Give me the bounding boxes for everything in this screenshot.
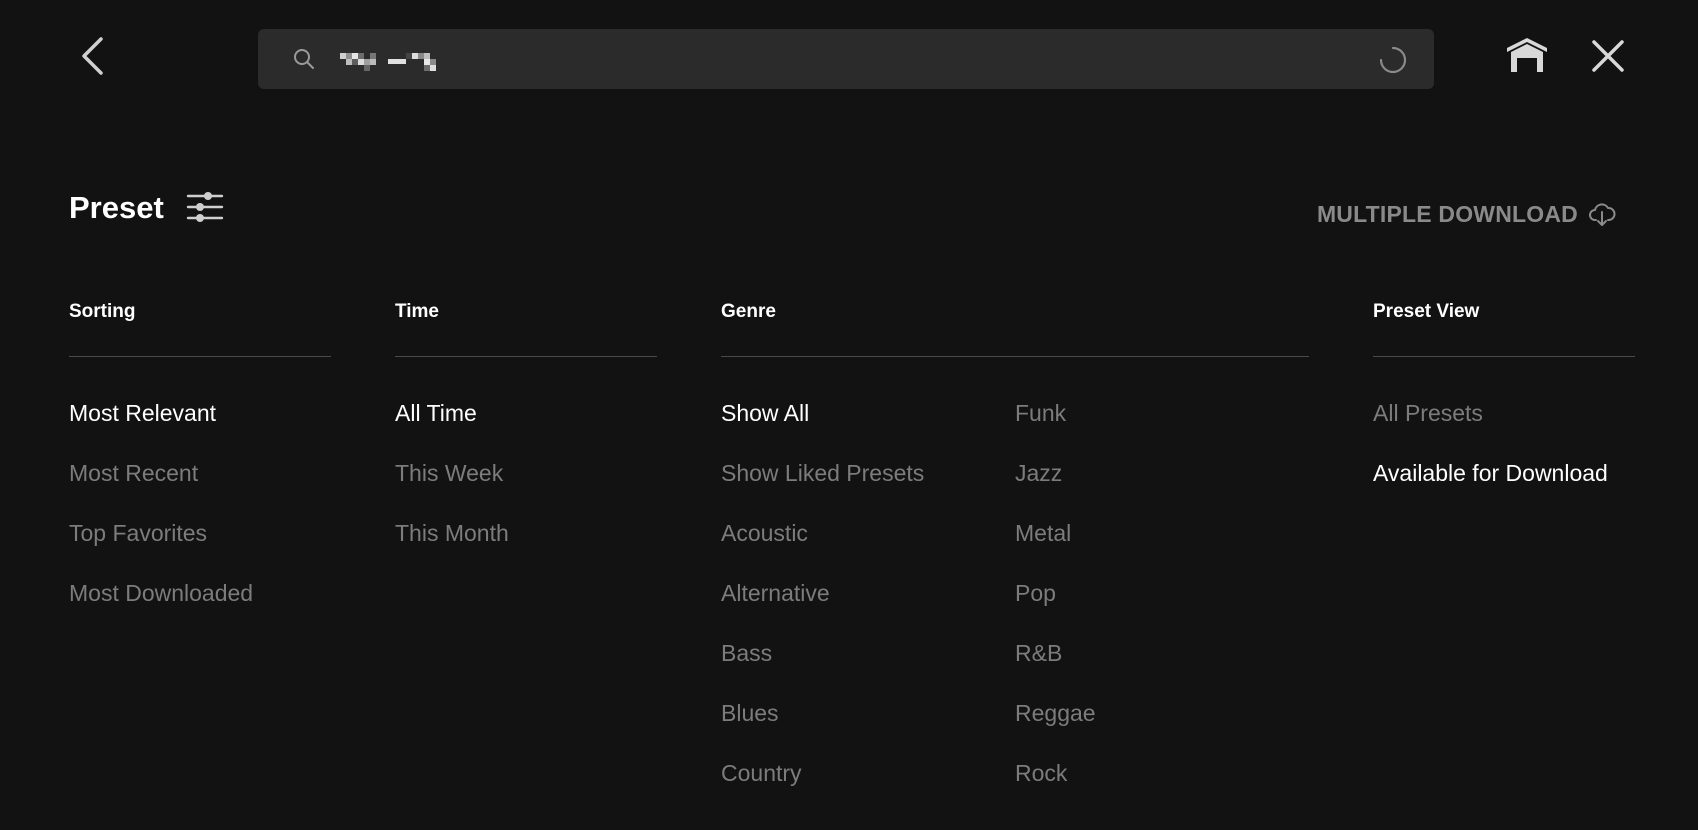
multiple-download-button[interactable]: MULTIPLE DOWNLOAD [1317, 200, 1616, 228]
page-title: Preset [69, 190, 164, 225]
option-acoustic[interactable]: Acoustic [721, 519, 1015, 579]
preset-browser: Preset MULTIPLE DOWNLOAD Sorting Most Re… [0, 0, 1698, 830]
redacted-query-icon [340, 53, 436, 71]
option-country[interactable]: Country [721, 759, 1015, 819]
option-r-b[interactable]: R&B [1015, 639, 1309, 699]
option-all-presets[interactable]: All Presets [1373, 399, 1635, 459]
preset-view-heading: Preset View [1373, 301, 1480, 322]
back-button[interactable] [72, 34, 112, 78]
close-icon [1592, 40, 1624, 72]
genre-options-right: Funk Jazz Metal Pop R&B Reggae Rock [1015, 399, 1309, 819]
option-blues[interactable]: Blues [721, 699, 1015, 759]
home-icon [1507, 38, 1547, 72]
option-metal[interactable]: Metal [1015, 519, 1309, 579]
genre-lists: Show All Show Liked Presets Acoustic Altern… [721, 357, 1309, 819]
option-funk[interactable]: Funk [1015, 399, 1309, 459]
preset-view-column: Preset View All Presets Available for Dow… [1373, 298, 1635, 519]
multiple-download-label: MULTIPLE DOWNLOAD [1316, 200, 1578, 227]
option-show-all[interactable]: Show All [721, 399, 1015, 459]
option-this-week[interactable]: This Week [395, 459, 657, 519]
time-heading: Time [395, 301, 440, 322]
sorting-options: Most Relevant Most Recent Top Favorites Mos… [69, 399, 331, 639]
sliders-icon[interactable] [186, 188, 224, 226]
chevron-left-icon [82, 37, 103, 75]
option-show-liked-presets[interactable]: Show Liked Presets [721, 459, 1015, 519]
search-input[interactable] [338, 29, 1338, 89]
option-pop[interactable]: Pop [1015, 579, 1309, 639]
cloud-download-icon [1589, 203, 1616, 226]
option-all-time[interactable]: All Time [395, 399, 657, 459]
genre-heading: Genre [721, 301, 776, 322]
divider [1373, 356, 1635, 357]
time-options: All Time This Week This Month [395, 399, 657, 579]
preset-view-options: All Presets Available for Download [1373, 399, 1635, 519]
option-most-recent[interactable]: Most Recent [69, 459, 331, 519]
divider [395, 356, 657, 357]
option-this-month[interactable]: This Month [395, 519, 657, 579]
sorting-heading: Sorting [69, 301, 136, 322]
search-bar [258, 29, 1434, 89]
option-reggae[interactable]: Reggae [1015, 699, 1309, 759]
sorting-column: Sorting Most Relevant Most Recent Top Favo… [69, 298, 331, 639]
option-most-downloaded[interactable]: Most Downloaded [69, 579, 331, 639]
home-button[interactable] [1503, 34, 1551, 78]
option-available-for-download[interactable]: Available for Download [1373, 459, 1635, 519]
option-rock[interactable]: Rock [1015, 759, 1309, 819]
divider [69, 356, 331, 357]
genre-column: Genre Show All Show Liked Presets Acoustic… [721, 298, 1309, 819]
genre-options-left: Show All Show Liked Presets Acoustic Altern… [721, 399, 1015, 819]
search-icon [294, 49, 314, 69]
option-most-relevant[interactable]: Most Relevant [69, 399, 331, 459]
option-alternative[interactable]: Alternative [721, 579, 1015, 639]
time-column: Time All Time This Week This Month [395, 298, 657, 579]
option-top-favorites[interactable]: Top Favorites [69, 519, 331, 579]
close-button[interactable] [1588, 36, 1628, 76]
option-jazz[interactable]: Jazz [1015, 459, 1309, 519]
spinner-icon [1379, 46, 1407, 74]
option-bass[interactable]: Bass [721, 639, 1015, 699]
